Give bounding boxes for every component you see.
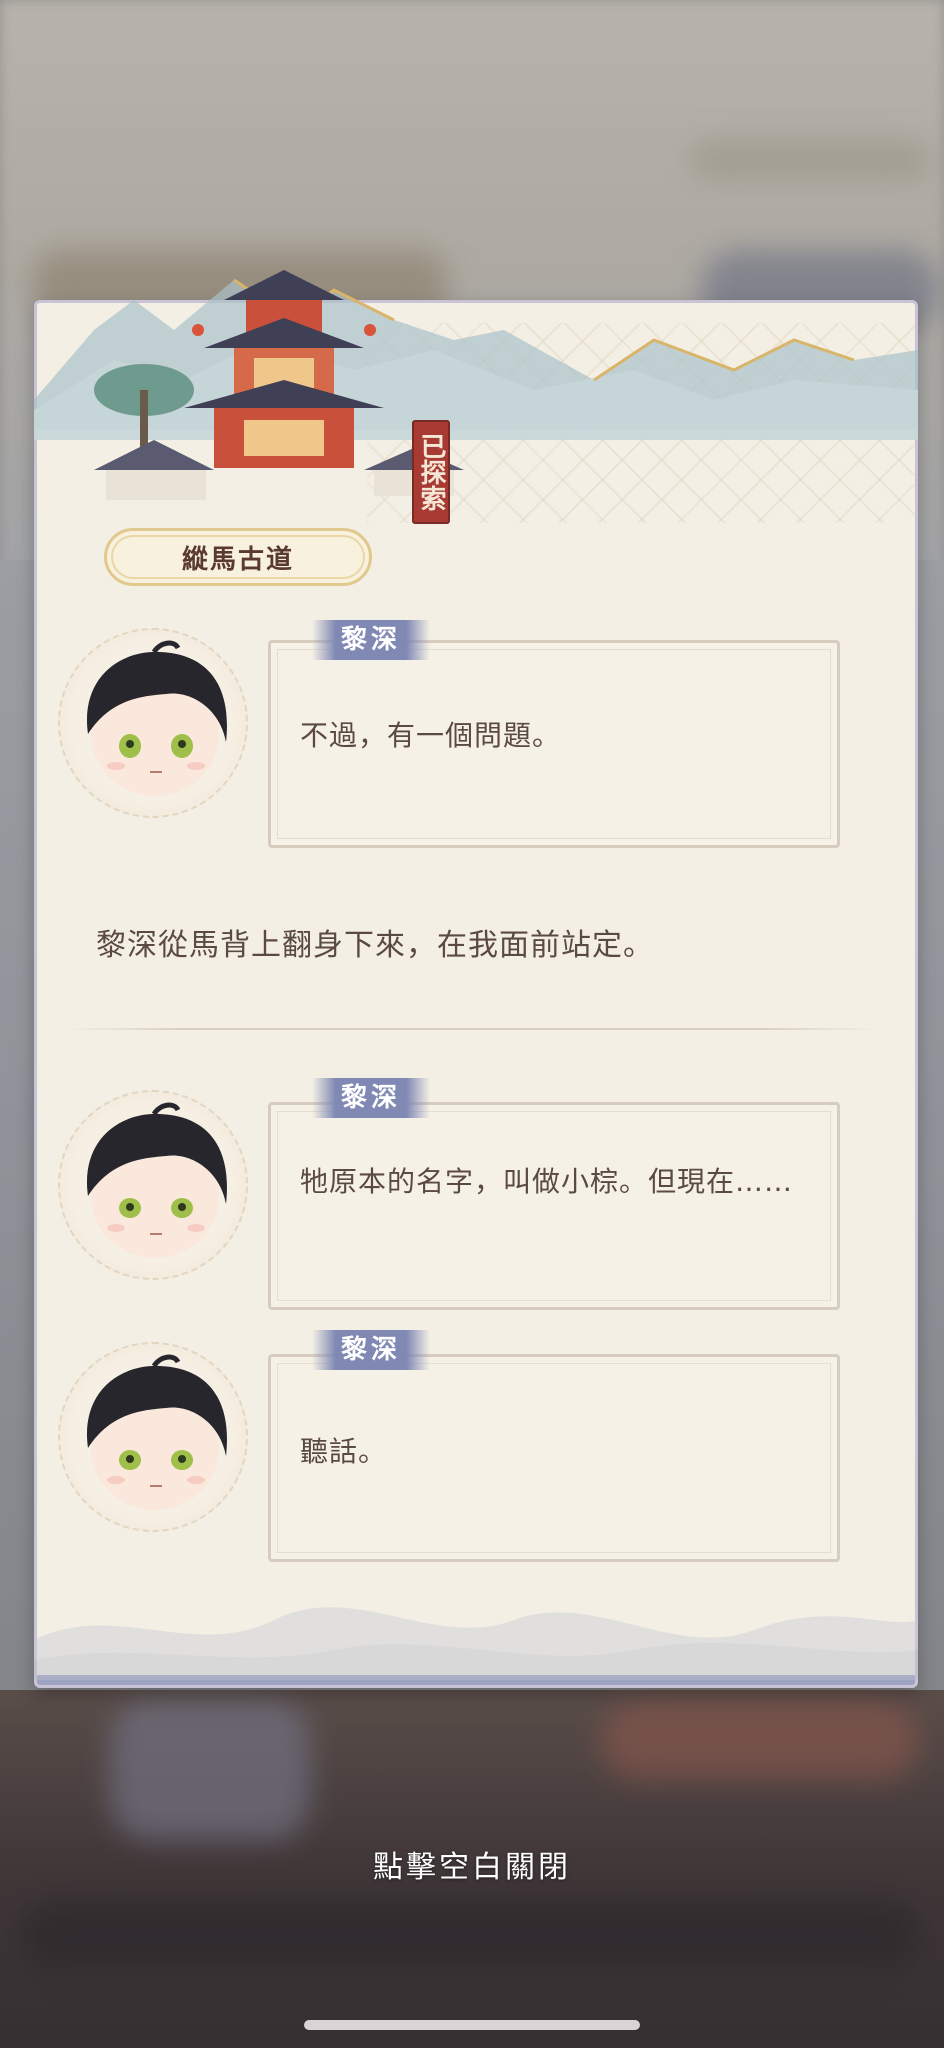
pavilion-illustration-icon [34,260,918,520]
speaker-tag: 黎深 [312,1078,430,1118]
divider [66,1028,878,1030]
avatar [58,1342,248,1532]
dialogue-text: 聽話。 [300,1435,388,1468]
character-avatar-icon [86,1102,227,1258]
speaker-tag: 黎深 [312,620,430,660]
narration-text: 黎深從馬背上翻身下來，在我面前站定。 [96,928,654,963]
speaker-tag: 黎深 [312,1330,430,1370]
bubble-inner-border [277,1111,831,1301]
dialogue-text: 牠原本的名字，叫做小棕。但現在…… [300,1165,794,1198]
cloud-decoration [34,1607,918,1680]
home-indicator[interactable] [304,2020,640,2030]
explored-seal-icon: 已探索 [412,420,450,524]
tap-to-close-hint[interactable]: 點擊空白關閉 [0,1842,944,1886]
location-name: 縱馬古道 [181,544,294,575]
character-avatar-icon [86,640,227,796]
character-avatar-icon [86,1354,227,1510]
location-title-plate: 縱馬古道 [104,528,372,586]
avatar [58,628,248,818]
dialogue-bubble [268,1102,840,1310]
dialogue-text: 不過，有一個問題。 [300,719,562,752]
avatar [58,1090,248,1280]
